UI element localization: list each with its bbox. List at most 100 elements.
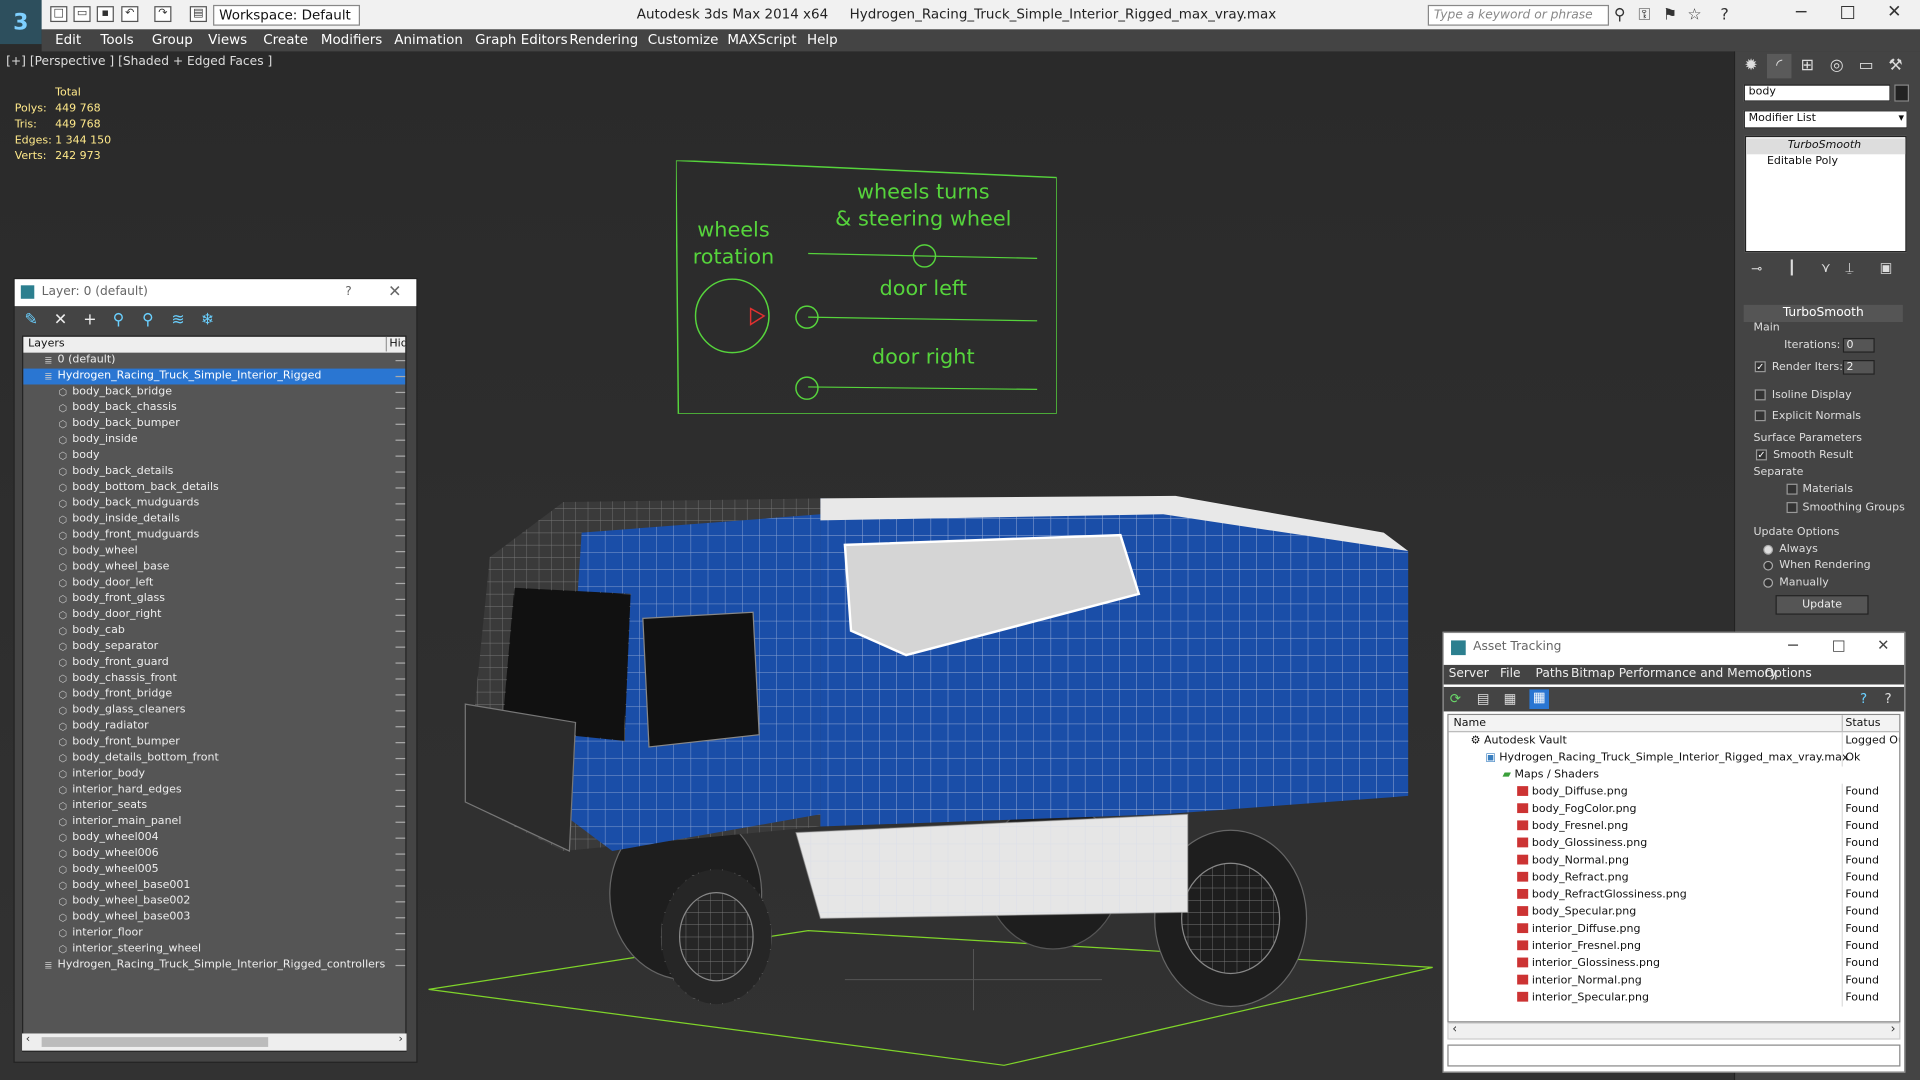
menu-group[interactable]: Group: [152, 32, 193, 48]
manually-radio[interactable]: [1763, 577, 1774, 588]
layer-row[interactable]: ⬡ body_back_bumper: [23, 416, 406, 432]
layer-row[interactable]: ≣ Hydrogen_Racing_Truck_Simple_Interior_R…: [23, 958, 406, 974]
isoline-checkbox[interactable]: [1754, 389, 1766, 401]
explicit-normals-checkbox[interactable]: [1754, 410, 1766, 422]
hide-toggle[interactable]: [395, 407, 406, 409]
layer-row[interactable]: ⬡ interior_main_panel: [23, 814, 406, 830]
layer-row[interactable]: ⬡ interior_body: [23, 767, 406, 783]
layer-row[interactable]: ⬡ body_front_glass: [23, 591, 406, 607]
hide-toggle[interactable]: [395, 710, 406, 712]
when-rendering-radio[interactable]: [1763, 560, 1774, 571]
asset-map-row[interactable]: body_Normal.png Found: [1449, 852, 1900, 870]
layer-row[interactable]: ⬡ interior_hard_edges: [23, 782, 406, 798]
layer-row[interactable]: ⬡ body_wheel005: [23, 862, 406, 878]
layer-row[interactable]: ≣ 0 (default): [23, 353, 406, 369]
layer-row[interactable]: ⬡ body_back_chassis: [23, 400, 406, 416]
hide-toggle[interactable]: [395, 773, 406, 776]
hierarchy-tab-icon[interactable]: ⊞: [1795, 54, 1819, 78]
scroll-right-icon[interactable]: ›: [398, 1033, 402, 1045]
hide-toggle[interactable]: [395, 757, 406, 760]
hide-toggle[interactable]: [395, 614, 406, 616]
asset-hscrollbar[interactable]: ‹ ›: [1447, 1022, 1901, 1040]
app-logo-icon[interactable]: 3: [0, 0, 42, 45]
layer-row[interactable]: ⬡ body_bottom_back_details: [23, 480, 406, 496]
asset-map-row[interactable]: interior_Normal.png Found: [1449, 972, 1900, 990]
object-color-swatch[interactable]: [1894, 84, 1909, 102]
asset-map-row[interactable]: interior_Fresnel.png Found: [1449, 937, 1900, 956]
minimize-button[interactable]: −: [1783, 2, 1820, 22]
rig-controllers-panel[interactable]: wheels turns & steering wheel wheels rot…: [675, 160, 1057, 414]
menu-create[interactable]: Create: [263, 32, 308, 48]
undo-icon[interactable]: ↶: [121, 6, 139, 23]
layer-hscrollbar[interactable]: ‹ ›: [22, 1033, 407, 1051]
hide-toggle[interactable]: [395, 598, 406, 601]
layer-row[interactable]: ⬡ body_door_right: [23, 607, 406, 623]
menu-file[interactable]: File: [1500, 667, 1520, 680]
hide-toggle[interactable]: [395, 519, 406, 521]
table-view-icon[interactable]: ▦: [1529, 689, 1549, 709]
hide-toggle[interactable]: [395, 869, 406, 871]
truck-model[interactable]: [416, 484, 1420, 1060]
smooth-result-checkbox[interactable]: ✓: [1755, 449, 1767, 461]
asset-map-row[interactable]: body_Glossiness.png Found: [1449, 835, 1900, 853]
scroll-left-icon[interactable]: ‹: [1452, 1022, 1457, 1035]
menu-customize[interactable]: Customize: [648, 32, 719, 48]
search-input[interactable]: Type a keyword or phrase: [1427, 4, 1609, 26]
menu-rendering[interactable]: Rendering: [569, 32, 638, 48]
layer-row[interactable]: ⬡ body_front_mudguards: [23, 528, 406, 544]
stack-item-turbosmooth[interactable]: TurboSmooth: [1746, 138, 1906, 155]
menu-modifiers[interactable]: Modifiers: [321, 32, 382, 48]
help-icon[interactable]: ?: [1885, 691, 1892, 707]
configure-sets-icon[interactable]: ▣: [1880, 260, 1893, 276]
select-objects-icon[interactable]: ⚲: [113, 311, 142, 329]
display-tab-icon[interactable]: ▭: [1854, 54, 1878, 78]
hide-toggle[interactable]: [395, 535, 406, 537]
hide-toggle[interactable]: [395, 566, 406, 569]
maximize-button[interactable]: □: [1829, 2, 1866, 22]
project-icon[interactable]: ▤: [189, 6, 207, 23]
list-view-icon[interactable]: ▤: [1477, 691, 1490, 707]
communication-icon[interactable]: ⚑: [1663, 6, 1677, 24]
layer-row[interactable]: ⬡ body_door_left: [23, 576, 406, 592]
menu-paths[interactable]: Paths: [1536, 667, 1569, 680]
hide-toggle[interactable]: [395, 487, 406, 489]
scroll-left-icon[interactable]: ‹: [26, 1033, 30, 1045]
layer-row[interactable]: ⬡ interior_floor: [23, 926, 406, 942]
hide-toggle[interactable]: [395, 789, 406, 792]
smoothing-groups-checkbox[interactable]: [1786, 502, 1798, 514]
hide-toggle[interactable]: [395, 551, 406, 553]
viewport-label[interactable]: [+] [Perspective ] [Shaded + Edged Faces…: [6, 55, 272, 68]
layer-row[interactable]: ⬡ body_chassis_front: [23, 671, 406, 687]
make-unique-icon[interactable]: ⋎: [1821, 260, 1831, 276]
layer-row[interactable]: ⬡ body_wheel: [23, 544, 406, 560]
create-layer-icon[interactable]: ✎: [24, 311, 53, 329]
layer-row[interactable]: ⬡ body_front_guard: [23, 655, 406, 671]
hide-toggle[interactable]: [395, 885, 406, 887]
hide-toggle[interactable]: [395, 630, 406, 632]
freeze-all-icon[interactable]: ❄: [201, 311, 230, 329]
hide-toggle[interactable]: [395, 439, 406, 441]
help-icon[interactable]: ?: [1720, 6, 1728, 24]
layer-list[interactable]: Layers Hid ≣ 0 (default) ≣ Hydrogen_Racing_T…: [22, 335, 407, 1052]
maximize-button[interactable]: □: [1832, 637, 1846, 654]
layer-row[interactable]: ⬡ body_wheel_base003: [23, 910, 406, 926]
hide-toggle[interactable]: [395, 964, 406, 967]
highlight-layer-icon[interactable]: ⚲: [142, 311, 171, 329]
col-hid[interactable]: Hid: [385, 336, 405, 352]
hide-toggle[interactable]: [395, 805, 406, 807]
remove-modifier-icon[interactable]: ⍊: [1845, 260, 1853, 277]
hide-toggle[interactable]: [395, 455, 406, 457]
asset-map-row[interactable]: body_Fresnel.png Found: [1449, 817, 1900, 836]
layer-row[interactable]: ⬡ body_wheel006: [23, 846, 406, 862]
create-tab-icon[interactable]: ✹: [1739, 54, 1763, 78]
layer-row[interactable]: ⬡ body_radiator: [23, 719, 406, 735]
layer-row[interactable]: ⬡ body_back_bridge: [23, 384, 406, 400]
menu-maxscript[interactable]: MAXScript: [727, 32, 796, 48]
menu-animation[interactable]: Animation: [394, 32, 463, 48]
col-status[interactable]: Status: [1841, 715, 1880, 733]
layer-row[interactable]: ⬡ body_cab: [23, 623, 406, 639]
hide-all-icon[interactable]: ≋: [171, 311, 200, 329]
menu-graph-editors[interactable]: Graph Editors: [475, 32, 567, 48]
hide-toggle[interactable]: [395, 917, 406, 919]
turbosmooth-rollout-header[interactable]: TurboSmooth: [1743, 304, 1903, 323]
